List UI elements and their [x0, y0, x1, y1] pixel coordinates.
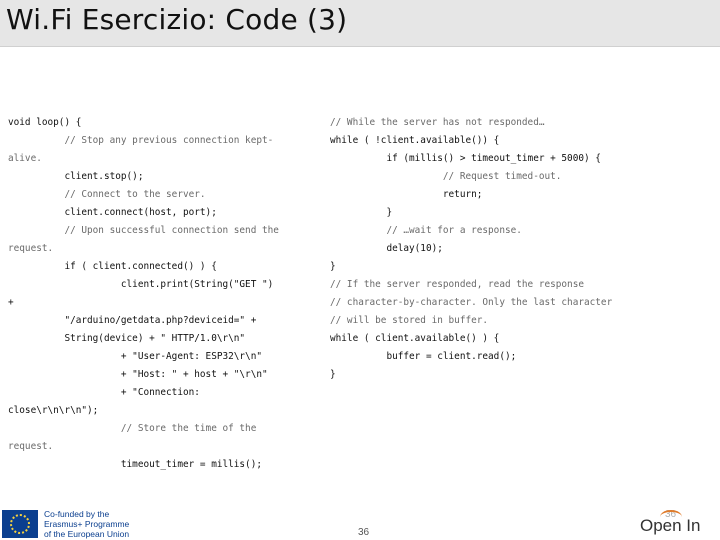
eu-funding-text: Co-funded by the Erasmus+ Programme of t…	[44, 509, 130, 539]
code-line: // Upon successful connection send the	[8, 225, 279, 236]
code-line: // If the server responded, read the res…	[330, 279, 584, 290]
code-line: // While the server has not responded…	[330, 117, 545, 128]
code-line: "/arduino/getdata.php?deviceid=" +	[8, 315, 257, 326]
code-line: }	[330, 207, 393, 218]
title-bar: Wi.Fi Esercizio: Code (3)	[0, 0, 720, 47]
code-line: while ( !client.available()) {	[330, 135, 500, 146]
code-line: void loop() {	[8, 117, 82, 128]
eu-flag-icon	[2, 510, 38, 538]
code-line: + "Host: " + host + "\r\n"	[8, 369, 268, 380]
code-line: alive.	[8, 153, 42, 164]
code-line: buffer = client.read();	[330, 351, 517, 362]
code-line: client.stop();	[8, 171, 144, 182]
code-line: // Stop any previous connection kept-	[8, 135, 274, 146]
code-line: // Store the time of the	[8, 423, 257, 434]
code-line: client.connect(host, port);	[8, 207, 217, 218]
code-line: timeout_timer = millis();	[8, 459, 262, 470]
code-line: // will be stored in buffer.	[330, 315, 489, 326]
code-line: + "User-Agent: ESP32\r\n"	[8, 351, 262, 362]
code-line: if (millis() > timeout_timer + 5000) {	[330, 153, 601, 164]
page-number: 36	[358, 527, 370, 538]
code-line: request.	[8, 441, 54, 452]
code-line: close\r\n\r\n");	[8, 405, 99, 416]
code-line: delay(10);	[330, 243, 443, 254]
code-line: return;	[330, 189, 483, 200]
eu-stars-icon	[10, 514, 30, 534]
code-line: String(device) + " HTTP/1.0\r\n"	[8, 333, 246, 344]
code-line: while ( client.available() ) {	[330, 333, 500, 344]
code-line: +	[8, 297, 14, 308]
code-line: if ( client.connected() ) {	[8, 261, 217, 272]
code-line: // Request timed-out.	[330, 171, 562, 182]
code-line: request.	[8, 243, 54, 254]
code-line: }	[330, 369, 336, 380]
code-line: }	[330, 261, 336, 272]
open-in-logo: Open In	[640, 516, 701, 535]
code-line: // character-by-character. Only the last…	[330, 297, 613, 308]
code-line: // Connect to the server.	[8, 189, 206, 200]
code-line: client.print(String("GET ")	[8, 279, 274, 290]
code-line: // …wait for a response.	[330, 225, 522, 236]
slide-title: Wi.Fi Esercizio: Code (3)	[6, 3, 348, 36]
code-line: + "Connection:	[8, 387, 200, 398]
